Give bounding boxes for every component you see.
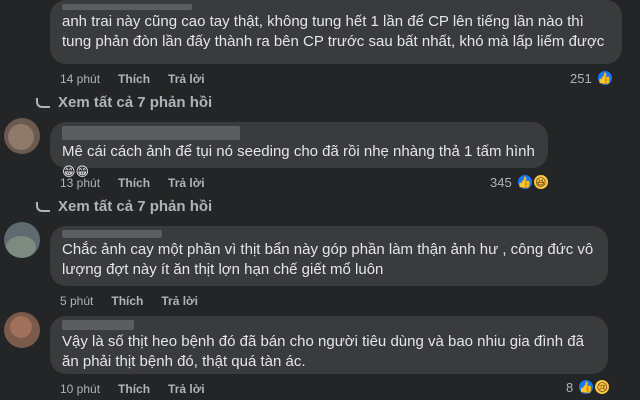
reaction-summary[interactable]: 251 👍 [570,69,614,87]
avatar[interactable] [4,118,40,154]
comment-actions: 13 phút Thích Trả lời [60,176,205,190]
commenter-name-redacted[interactable] [62,4,192,10]
comment-bubble: Vậy là số thịt heo bệnh đó đã bán cho ng… [50,316,608,374]
comment-time[interactable]: 13 phút [60,176,100,190]
like-button[interactable]: Thích [118,176,150,190]
comment-time[interactable]: 10 phút [60,382,100,396]
comment-text: Chắc ảnh cay một phần vì thịt bẩn này gó… [62,241,594,278]
reply-button[interactable]: Trả lời [168,72,205,86]
comment-actions: 10 phút Thích Trả lời [60,382,205,396]
reaction-summary[interactable]: 345 👍 😆 [490,173,550,191]
reaction-summary[interactable]: 8 👍 😢 [566,378,612,396]
view-replies-label: Xem tất cả 7 phản hồi [58,94,213,111]
reply-button[interactable]: Trả lời [168,176,205,190]
view-replies-link[interactable]: Xem tất cả 7 phản hồi [36,198,212,215]
comment-bubble: Chắc ảnh cay một phần vì thịt bẩn này gó… [50,226,608,286]
comment-time[interactable]: 14 phút [60,72,100,86]
like-icon: 👍 [595,69,614,87]
view-replies-link[interactable]: Xem tất cả 7 phản hồi [36,94,212,111]
haha-icon: 😆 [531,173,550,191]
commenter-name-redacted[interactable] [62,320,134,330]
comment-time[interactable]: 5 phút [60,294,93,308]
comment-bubble: Mê cái cách ảnh để tụi nó seeding cho đã… [50,122,548,179]
like-button[interactable]: Thích [118,72,150,86]
comment-text: anh trai này cũng cao tay thật, không tu… [62,13,605,50]
comment-text: Mê cái cách ảnh để tụi nó seeding cho đã… [62,143,535,160]
commenter-name-redacted[interactable] [62,230,162,238]
reply-arrow-icon [36,97,50,108]
comment-text: Vậy là số thịt heo bệnh đó đã bán cho ng… [62,333,584,370]
reaction-count: 8 [566,379,574,395]
reply-button[interactable]: Trả lời [168,382,205,396]
reaction-count: 251 [570,70,592,86]
like-button[interactable]: Thích [118,382,150,396]
reaction-count: 345 [490,174,512,190]
comment-actions: 5 phút Thích Trả lời [60,294,198,308]
comment-actions: 14 phút Thích Trả lời [60,72,205,86]
reply-arrow-icon [36,201,50,212]
like-button[interactable]: Thích [111,294,143,308]
view-replies-label: Xem tất cả 7 phản hồi [58,198,213,215]
reply-button[interactable]: Trả lời [161,294,198,308]
sad-icon: 😢 [593,378,612,396]
comment-bubble: anh trai này cũng cao tay thật, không tu… [50,0,622,64]
avatar[interactable] [4,312,40,348]
commenter-name-redacted[interactable] [62,126,240,140]
avatar[interactable] [4,222,40,258]
